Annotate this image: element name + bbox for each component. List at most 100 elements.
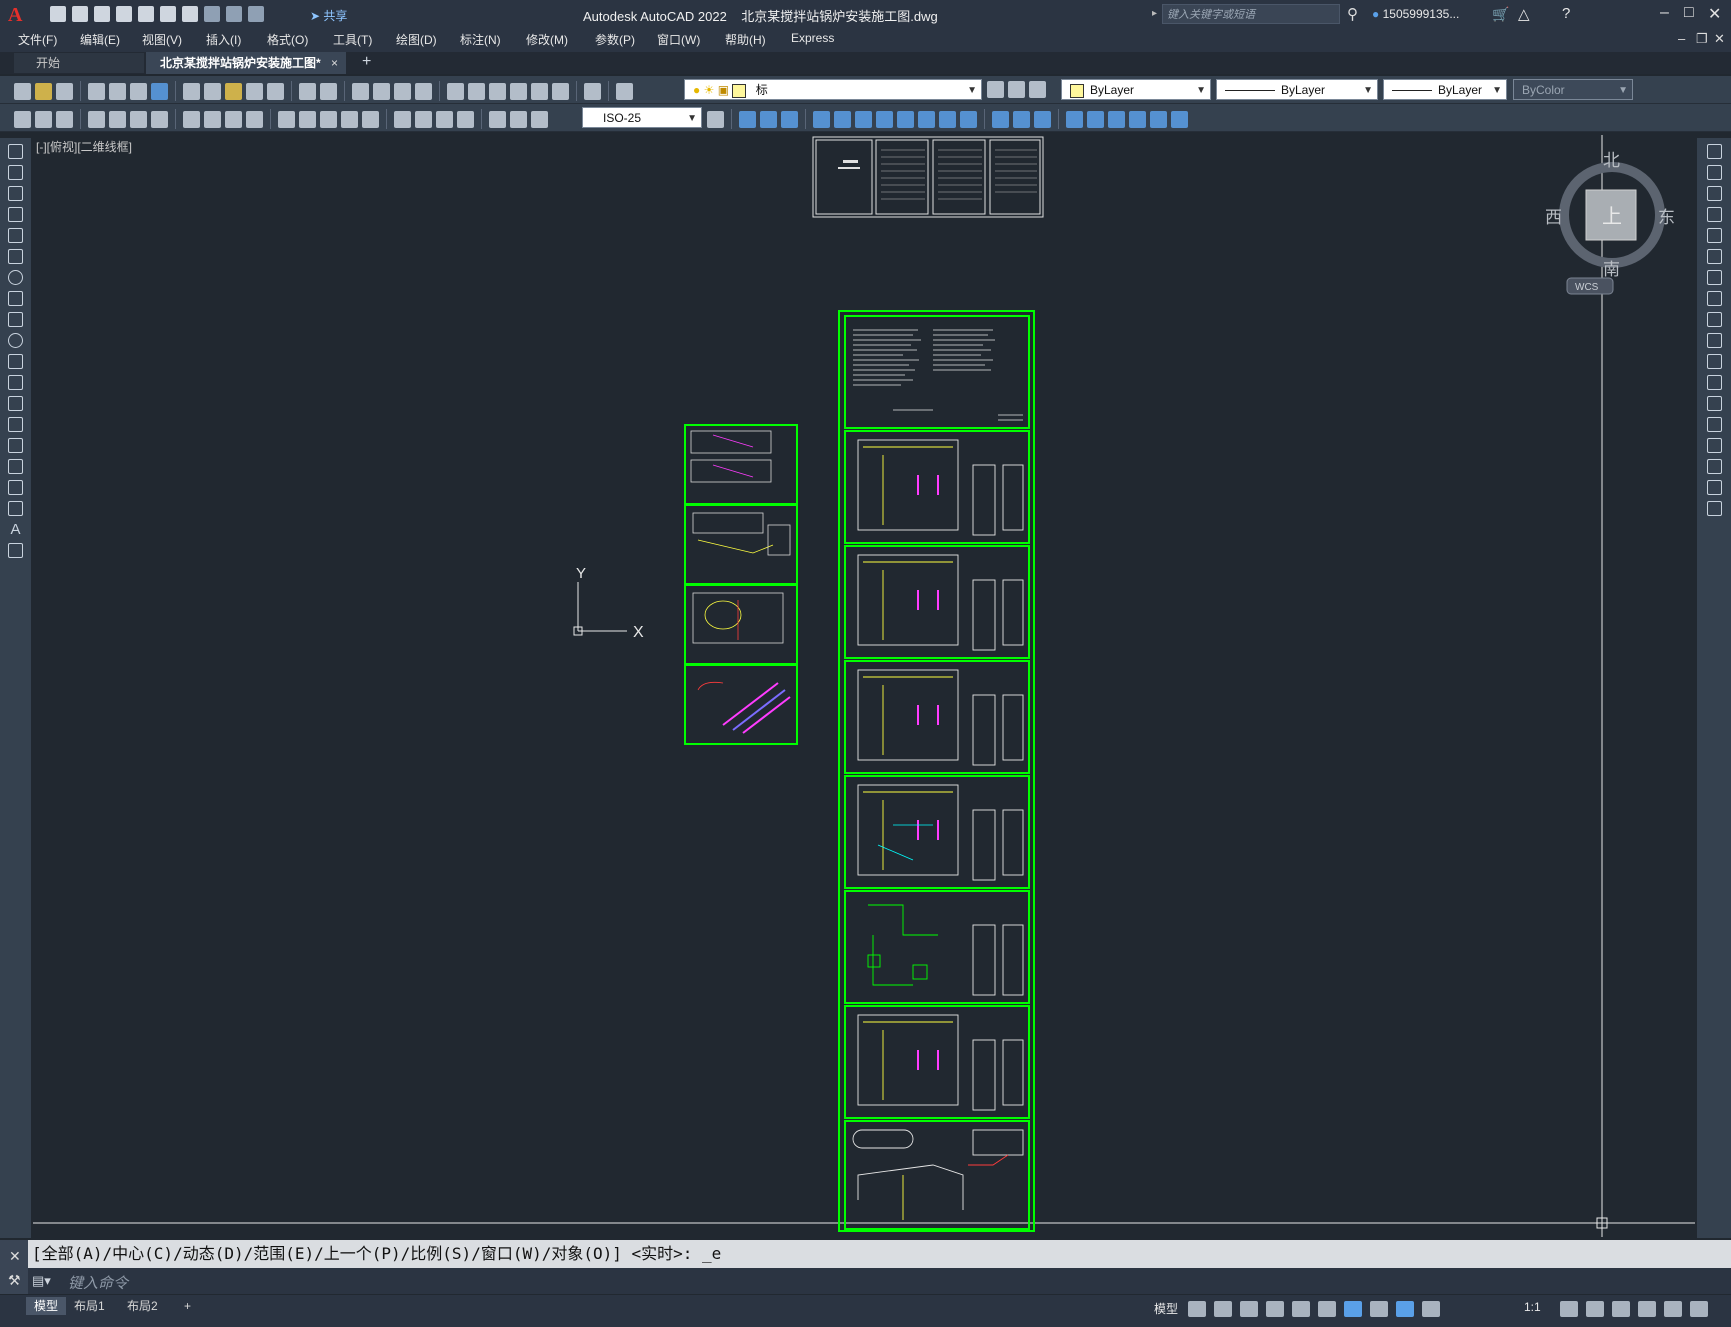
tab-layout1[interactable]: 布局1 [66,1297,113,1315]
menu-format[interactable]: 格式(O) [267,31,308,48]
open-web-icon[interactable] [138,6,154,22]
table-icon[interactable] [8,501,23,516]
mirror-icon[interactable] [760,110,777,128]
doc-minimize-icon[interactable]: – [1678,31,1685,46]
model-space-toggle[interactable]: 模型 [1154,1300,1178,1317]
auto-scale-icon[interactable] [1422,1301,1440,1317]
offset-modify-icon[interactable] [1706,207,1722,222]
plot-icon[interactable] [88,82,105,100]
rotate-icon[interactable] [834,110,851,128]
revision-cloud-icon[interactable] [8,291,23,306]
center-mark-icon[interactable] [415,110,432,128]
layer-previous-icon[interactable] [1008,81,1025,98]
zoom-previous-icon[interactable] [415,82,432,100]
add-layout-icon[interactable]: + [176,1297,199,1315]
sheet-set-icon[interactable] [510,82,527,100]
stretch-modify-icon[interactable] [1706,312,1722,327]
customization-menu-icon[interactable] [1690,1301,1708,1317]
array-modify-icon[interactable] [1706,228,1722,243]
new-tab-icon[interactable]: + [362,53,371,71]
extend-icon[interactable] [918,110,935,128]
rotate-modify-icon[interactable] [1706,270,1722,285]
edit-group-icon[interactable] [1171,110,1188,128]
layer-dropdown[interactable]: ● ☀ ▣ 标 ▼ [684,79,982,100]
open-icon[interactable] [35,82,52,100]
linetype-dropdown[interactable]: ByLayer ▼ [1216,79,1378,100]
help-icon[interactable] [584,82,601,100]
menu-tools[interactable]: 工具(T) [333,31,372,48]
blend-icon[interactable] [1034,110,1051,128]
plot-icon[interactable] [182,6,198,22]
arc-length-icon[interactable] [130,110,147,128]
menu-help[interactable]: 帮助(H) [725,31,766,48]
menu-dimension[interactable]: 标注(N) [460,31,501,48]
chamfer-modify-icon[interactable] [1706,438,1722,453]
menu-edit[interactable]: 编辑(E) [80,31,120,48]
command-input[interactable]: 键入命令 [68,1272,128,1293]
point-icon[interactable] [8,417,23,432]
clean-screen-icon[interactable] [1664,1301,1682,1317]
mirror-modify-icon[interactable] [1706,186,1722,201]
erase-icon[interactable] [1706,144,1722,159]
menu-modify[interactable]: 修改(M) [526,31,568,48]
mtext-icon[interactable]: A [8,522,23,537]
ellipse-arc-icon[interactable] [8,354,23,369]
offset-icon[interactable] [781,110,798,128]
continue-dim-icon[interactable] [320,110,337,128]
quickcalc-icon[interactable] [552,82,569,100]
save-icon[interactable] [94,6,110,22]
close-window-icon[interactable]: ✕ [1708,4,1721,24]
array-icon[interactable] [1066,110,1083,128]
color-dropdown[interactable]: ByLayer ▼ [1061,79,1211,100]
arc-icon[interactable] [8,249,23,264]
aligned-dim-icon[interactable] [109,110,126,128]
jogged-dim-icon[interactable] [204,110,221,128]
close-command-icon[interactable]: ✕ [9,1248,21,1265]
dim-update-icon[interactable] [531,110,548,128]
object-snap-tracking-icon[interactable] [1318,1301,1336,1317]
lineweight-dropdown[interactable]: ByLayer ▼ [1383,79,1507,100]
workspace-icon[interactable] [35,110,52,128]
tab-close-icon[interactable]: × [331,52,338,74]
join-icon[interactable] [960,110,977,128]
user-account[interactable]: ● 1505999135... [1372,7,1459,21]
angular-dim-icon[interactable] [246,110,263,128]
units-icon[interactable] [1612,1301,1630,1317]
fillet-icon[interactable] [1013,110,1030,128]
hatch-icon[interactable] [8,438,23,453]
snap-icon[interactable] [1214,1301,1232,1317]
menu-express[interactable]: Express [791,31,834,45]
dim-style-icon[interactable] [707,110,724,128]
circle-icon[interactable] [8,270,23,285]
menu-view[interactable]: 视图(V) [142,31,182,48]
doc-restore-icon[interactable]: ❐ [1696,31,1708,47]
dim-space-icon[interactable] [341,110,358,128]
menu-draw[interactable]: 绘图(D) [396,31,437,48]
isodraft-icon[interactable] [1292,1301,1310,1317]
minimize-icon[interactable]: – [1660,4,1669,22]
paste-icon[interactable] [225,82,242,100]
pan-icon[interactable] [352,82,369,100]
workspace-gear-icon[interactable] [1560,1301,1578,1317]
zoom-realtime-icon[interactable] [373,82,390,100]
cart-icon[interactable]: 🛒 [1492,6,1509,23]
draworder-icon[interactable] [1108,110,1125,128]
plot-preview-icon[interactable] [109,82,126,100]
tab-document[interactable]: 北京某搅拌站锅炉安装施工图* × [146,52,346,74]
command-recent-icon[interactable]: ▤▾ [32,1273,51,1289]
copy-icon[interactable] [204,82,221,100]
ungroup-icon[interactable] [1150,110,1167,128]
save-web-icon[interactable] [160,6,176,22]
tab-layout2[interactable]: 布局2 [119,1297,166,1315]
viewport-controls[interactable]: [-][俯视][二维线框] [36,138,132,155]
match-properties-icon[interactable] [246,82,263,100]
qnew-icon[interactable] [14,82,31,100]
region-icon[interactable] [8,480,23,495]
save-icon[interactable] [56,82,73,100]
scale-modify-icon[interactable] [1706,291,1722,306]
autodesk-app-icon[interactable]: △ [1518,5,1530,23]
inspection-icon[interactable] [436,110,453,128]
polar-icon[interactable] [1266,1301,1284,1317]
redo-icon[interactable] [320,82,337,100]
new-file-icon[interactable] [50,6,66,22]
